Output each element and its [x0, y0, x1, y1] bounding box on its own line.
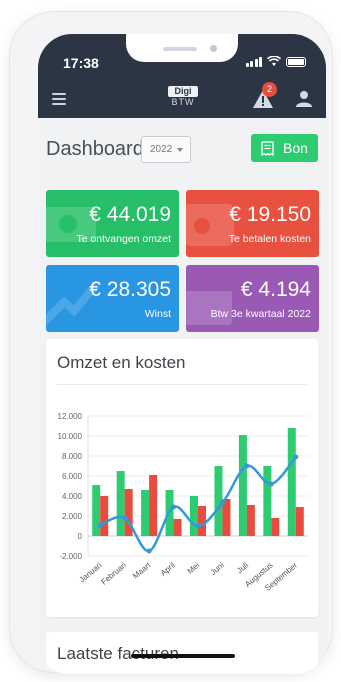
x-tick-label: Februari	[99, 560, 128, 586]
card-amount: € 19.150	[229, 203, 311, 226]
bar-red	[246, 505, 255, 536]
bar-green	[190, 496, 198, 536]
line-point	[146, 548, 152, 554]
card-label: Btw 3e kwartaal 2022	[210, 308, 311, 320]
line-point	[219, 500, 225, 506]
y-tick-label: 12.000	[58, 412, 83, 421]
card-amount: € 28.305	[89, 278, 171, 301]
card-omzet[interactable]: € 44.019 Te ontvangen omzet	[46, 190, 179, 257]
camera	[210, 45, 217, 52]
bar-green	[116, 471, 125, 536]
chart-panel: Omzet en kosten 12.000 10.000 8.000 6.000 4.…	[46, 339, 318, 617]
bar-green	[92, 485, 101, 536]
bar-red	[295, 507, 304, 536]
bar-green	[141, 490, 150, 536]
line-point	[195, 523, 201, 529]
bar-green	[238, 435, 247, 536]
line-point	[244, 463, 250, 469]
bar-red	[100, 496, 109, 536]
bon-label: Bon	[283, 140, 308, 156]
status-time: 17:38	[63, 55, 99, 71]
top-navbar: 17:38 Digi BTW 2	[38, 34, 326, 118]
x-tick-label: Juli	[235, 561, 250, 576]
y-tick-label: -2.000	[59, 552, 82, 561]
phone-frame: 17:38 Digi BTW 2 Dashboard 2022 Bon € 44…	[10, 12, 332, 674]
card-label: Te ontvangen omzet	[76, 233, 171, 245]
invoices-panel: Laatste facturen	[46, 632, 318, 674]
card-label: Te betalen kosten	[228, 233, 311, 245]
app-logo[interactable]: Digi BTW	[168, 86, 198, 108]
x-tick-label: Maart	[131, 560, 153, 581]
x-tick-label: April	[159, 561, 177, 578]
bon-button[interactable]: Bon	[251, 134, 318, 162]
card-label: Winst	[144, 308, 171, 320]
x-tick-label: Mei	[186, 560, 202, 575]
logo-top: Digi	[168, 86, 198, 97]
bar-red	[149, 475, 158, 536]
wifi-icon	[267, 56, 281, 66]
caret-down-icon	[177, 148, 183, 152]
x-tick-label: Juni	[209, 561, 226, 577]
y-tick-label: 6.000	[62, 472, 83, 481]
bar-red	[173, 519, 182, 536]
bar-red	[198, 506, 206, 536]
line-point	[97, 522, 103, 528]
year-select[interactable]: 2022	[141, 136, 191, 163]
line-point	[122, 515, 128, 521]
status-icons	[245, 56, 306, 67]
y-tick-label: 0	[78, 532, 83, 541]
card-btw[interactable]: € 4.194 Btw 3e kwartaal 2022	[186, 265, 319, 332]
signal-icon	[245, 57, 262, 67]
line-point	[268, 481, 274, 487]
bar-red	[271, 518, 280, 536]
line-point	[171, 504, 177, 510]
line-point	[293, 454, 299, 460]
hamburger-icon[interactable]	[52, 93, 66, 108]
home-indicator	[131, 654, 235, 658]
app-screen: 17:38 Digi BTW 2 Dashboard 2022 Bon € 44…	[38, 34, 326, 674]
card-kosten[interactable]: € 19.150 Te betalen kosten	[186, 190, 319, 257]
bar-green	[263, 466, 272, 536]
logo-bottom: BTW	[171, 97, 195, 107]
notification-badge: 2	[262, 82, 277, 97]
y-tick-label: 10.000	[58, 432, 83, 441]
y-tick-label: 8.000	[62, 452, 83, 461]
speaker	[163, 47, 197, 51]
page-title: Dashboard	[46, 138, 144, 160]
receipt-icon	[261, 140, 274, 156]
bar-green	[287, 428, 296, 536]
y-tick-label: 2.000	[62, 512, 83, 521]
y-tick-label: 4.000	[62, 492, 83, 501]
battery-icon	[286, 57, 306, 67]
card-amount: € 44.019	[89, 203, 171, 226]
year-value: 2022	[150, 144, 173, 155]
omzet-kosten-chart: 12.000 10.000 8.000 6.000 4.000 2.000 0 -2.000 J…	[58, 412, 308, 593]
card-winst[interactable]: € 28.305 Winst	[46, 265, 179, 332]
user-icon[interactable]	[295, 90, 313, 108]
card-amount: € 4.194	[240, 278, 311, 301]
